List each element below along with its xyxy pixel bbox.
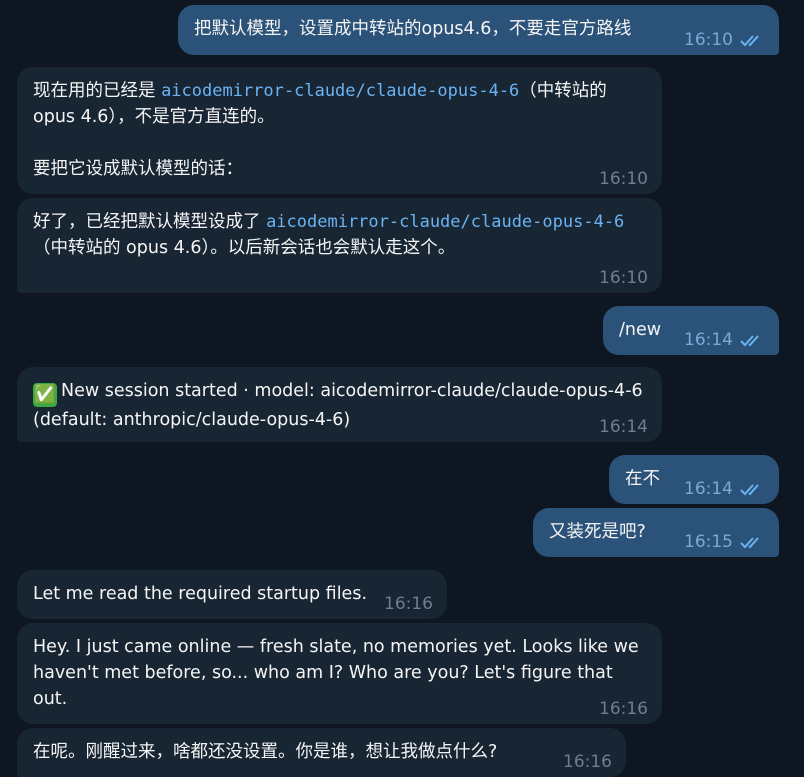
message-outgoing[interactable]: 把默认模型，设置成中转站的opus4.6，不要走官方路线 16:10 (178, 5, 779, 55)
message-meta: 16:10 (599, 268, 648, 288)
double-check-icon (740, 335, 759, 347)
text-segment: New session started · model: aicodemirro… (33, 381, 649, 430)
message-meta: 16:15 (684, 532, 765, 552)
text-segment: 好了，已经把默认模型设成了 (33, 212, 267, 232)
message-time: 16:16 (599, 699, 648, 719)
message-text: Hey. I just came online — fresh slate, n… (33, 637, 645, 709)
message-time: 16:14 (684, 330, 733, 350)
message-meta: 16:16 (384, 594, 433, 614)
message-text: 在呢。刚醒过来，啥都还没设置。你是谁，想让我做点什么? (33, 742, 498, 762)
message-time: 16:14 (599, 417, 648, 437)
message-time: 16:14 (684, 479, 733, 499)
message-meta: 16:10 (684, 30, 765, 50)
message-meta: 16:10 (599, 169, 648, 189)
double-check-icon (740, 537, 759, 549)
message-time: 16:10 (684, 30, 733, 50)
double-check-icon (740, 35, 759, 47)
message-incoming[interactable]: Let me read the required startup files. … (17, 570, 447, 619)
message-outgoing[interactable]: 在不 16:14 (609, 455, 779, 504)
message-meta: 16:14 (684, 479, 765, 499)
message-text: ✅ New session started · model: aicodemirr… (33, 378, 646, 433)
message-time: 16:16 (384, 594, 433, 614)
model-code[interactable]: aicodemirror-claude/claude-opus-4-6 (266, 212, 624, 232)
message-incoming[interactable]: 现在用的已经是 aicodemirror-claude/claude-opus-… (17, 67, 662, 194)
text-segment: （中转站的 opus 4.6）。以后新会话也会默认走这个。 (33, 238, 456, 258)
message-text: 把默认模型，设置成中转站的opus4.6，不要走官方路线 (194, 19, 632, 39)
model-code[interactable]: aicodemirror-claude/claude-opus-4-6 (161, 81, 519, 101)
message-outgoing[interactable]: 又装死是吧? 16:15 (533, 508, 779, 557)
message-text: 好了，已经把默认模型设成了 aicodemirror-claude/claude… (33, 209, 646, 261)
message-time: 16:10 (599, 169, 648, 189)
message-incoming[interactable]: 在呢。刚醒过来，啥都还没设置。你是谁，想让我做点什么? 16:16 (17, 728, 626, 777)
message-meta: 16:16 (563, 752, 612, 772)
check-mark-button-emoji: ✅ (33, 383, 57, 407)
message-text: 现在用的已经是 aicodemirror-claude/claude-opus-… (33, 78, 646, 182)
message-time: 16:16 (563, 752, 612, 772)
message-incoming[interactable]: ✅ New session started · model: aicodemirr… (17, 367, 662, 442)
text-segment: 现在用的已经是 (33, 81, 162, 101)
message-text: Let me read the required startup files. (33, 584, 368, 604)
message-meta: 16:14 (599, 417, 648, 437)
message-time: 16:10 (599, 268, 648, 288)
double-check-icon (740, 484, 759, 496)
message-meta: 16:16 (599, 699, 648, 719)
message-incoming[interactable]: Hey. I just came online — fresh slate, n… (17, 623, 662, 724)
message-incoming[interactable]: 好了，已经把默认模型设成了 aicodemirror-claude/claude… (17, 198, 662, 293)
message-time: 16:15 (684, 532, 733, 552)
message-outgoing[interactable]: /new 16:14 (603, 306, 779, 355)
message-meta: 16:14 (684, 330, 765, 350)
